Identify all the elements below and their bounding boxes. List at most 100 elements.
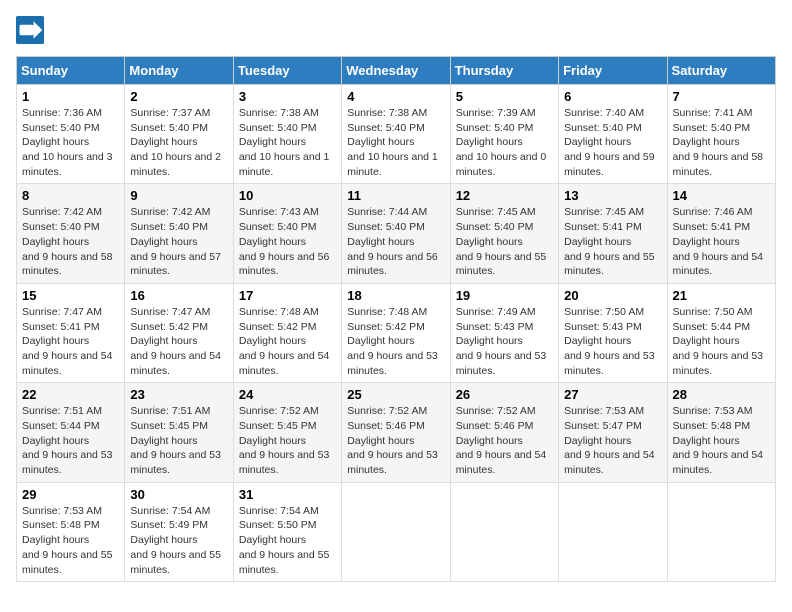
calendar-cell: 14 Sunrise: 7:46 AM Sunset: 5:41 PM Dayl… — [667, 184, 775, 283]
calendar-cell: 27 Sunrise: 7:53 AM Sunset: 5:47 PM Dayl… — [559, 383, 667, 482]
cell-info: Sunrise: 7:51 AM Sunset: 5:44 PM Dayligh… — [22, 404, 119, 477]
calendar-cell: 23 Sunrise: 7:51 AM Sunset: 5:45 PM Dayl… — [125, 383, 233, 482]
day-number: 25 — [347, 387, 444, 402]
cell-info: Sunrise: 7:53 AM Sunset: 5:48 PM Dayligh… — [22, 504, 119, 577]
cell-info: Sunrise: 7:54 AM Sunset: 5:50 PM Dayligh… — [239, 504, 336, 577]
day-number: 28 — [673, 387, 770, 402]
calendar-cell: 19 Sunrise: 7:49 AM Sunset: 5:43 PM Dayl… — [450, 283, 558, 382]
calendar-cell: 8 Sunrise: 7:42 AM Sunset: 5:40 PM Dayli… — [17, 184, 125, 283]
cell-info: Sunrise: 7:42 AM Sunset: 5:40 PM Dayligh… — [22, 205, 119, 278]
calendar-cell — [342, 482, 450, 581]
cell-info: Sunrise: 7:45 AM Sunset: 5:40 PM Dayligh… — [456, 205, 553, 278]
day-number: 9 — [130, 188, 227, 203]
calendar-cell: 12 Sunrise: 7:45 AM Sunset: 5:40 PM Dayl… — [450, 184, 558, 283]
calendar-cell: 7 Sunrise: 7:41 AM Sunset: 5:40 PM Dayli… — [667, 85, 775, 184]
calendar-cell: 18 Sunrise: 7:48 AM Sunset: 5:42 PM Dayl… — [342, 283, 450, 382]
day-number: 16 — [130, 288, 227, 303]
day-number: 30 — [130, 487, 227, 502]
day-number: 8 — [22, 188, 119, 203]
cell-info: Sunrise: 7:54 AM Sunset: 5:49 PM Dayligh… — [130, 504, 227, 577]
cell-info: Sunrise: 7:47 AM Sunset: 5:41 PM Dayligh… — [22, 305, 119, 378]
cell-info: Sunrise: 7:45 AM Sunset: 5:41 PM Dayligh… — [564, 205, 661, 278]
calendar-cell: 9 Sunrise: 7:42 AM Sunset: 5:40 PM Dayli… — [125, 184, 233, 283]
calendar-cell: 29 Sunrise: 7:53 AM Sunset: 5:48 PM Dayl… — [17, 482, 125, 581]
day-number: 1 — [22, 89, 119, 104]
cell-info: Sunrise: 7:39 AM Sunset: 5:40 PM Dayligh… — [456, 106, 553, 179]
cell-info: Sunrise: 7:36 AM Sunset: 5:40 PM Dayligh… — [22, 106, 119, 179]
calendar-cell: 4 Sunrise: 7:38 AM Sunset: 5:40 PM Dayli… — [342, 85, 450, 184]
weekday-tuesday: Tuesday — [233, 57, 341, 85]
calendar-table: SundayMondayTuesdayWednesdayThursdayFrid… — [16, 56, 776, 582]
cell-info: Sunrise: 7:53 AM Sunset: 5:47 PM Dayligh… — [564, 404, 661, 477]
weekday-wednesday: Wednesday — [342, 57, 450, 85]
day-number: 19 — [456, 288, 553, 303]
day-number: 4 — [347, 89, 444, 104]
day-number: 7 — [673, 89, 770, 104]
weekday-sunday: Sunday — [17, 57, 125, 85]
weekday-header-row: SundayMondayTuesdayWednesdayThursdayFrid… — [17, 57, 776, 85]
cell-info: Sunrise: 7:40 AM Sunset: 5:40 PM Dayligh… — [564, 106, 661, 179]
cell-info: Sunrise: 7:49 AM Sunset: 5:43 PM Dayligh… — [456, 305, 553, 378]
calendar-cell: 10 Sunrise: 7:43 AM Sunset: 5:40 PM Dayl… — [233, 184, 341, 283]
cell-info: Sunrise: 7:50 AM Sunset: 5:43 PM Dayligh… — [564, 305, 661, 378]
day-number: 22 — [22, 387, 119, 402]
cell-info: Sunrise: 7:38 AM Sunset: 5:40 PM Dayligh… — [239, 106, 336, 179]
day-number: 29 — [22, 487, 119, 502]
calendar-cell: 21 Sunrise: 7:50 AM Sunset: 5:44 PM Dayl… — [667, 283, 775, 382]
day-number: 20 — [564, 288, 661, 303]
cell-info: Sunrise: 7:52 AM Sunset: 5:45 PM Dayligh… — [239, 404, 336, 477]
calendar-cell: 31 Sunrise: 7:54 AM Sunset: 5:50 PM Dayl… — [233, 482, 341, 581]
calendar-cell — [450, 482, 558, 581]
calendar-cell: 2 Sunrise: 7:37 AM Sunset: 5:40 PM Dayli… — [125, 85, 233, 184]
calendar-cell: 6 Sunrise: 7:40 AM Sunset: 5:40 PM Dayli… — [559, 85, 667, 184]
logo — [16, 16, 48, 44]
calendar-cell: 5 Sunrise: 7:39 AM Sunset: 5:40 PM Dayli… — [450, 85, 558, 184]
day-number: 21 — [673, 288, 770, 303]
calendar-cell: 11 Sunrise: 7:44 AM Sunset: 5:40 PM Dayl… — [342, 184, 450, 283]
cell-info: Sunrise: 7:47 AM Sunset: 5:42 PM Dayligh… — [130, 305, 227, 378]
calendar-cell: 28 Sunrise: 7:53 AM Sunset: 5:48 PM Dayl… — [667, 383, 775, 482]
cell-info: Sunrise: 7:52 AM Sunset: 5:46 PM Dayligh… — [347, 404, 444, 477]
logo-icon — [16, 16, 44, 44]
day-number: 14 — [673, 188, 770, 203]
day-number: 3 — [239, 89, 336, 104]
page-header — [16, 16, 776, 44]
cell-info: Sunrise: 7:42 AM Sunset: 5:40 PM Dayligh… — [130, 205, 227, 278]
cell-info: Sunrise: 7:37 AM Sunset: 5:40 PM Dayligh… — [130, 106, 227, 179]
calendar-cell — [667, 482, 775, 581]
day-number: 6 — [564, 89, 661, 104]
day-number: 17 — [239, 288, 336, 303]
cell-info: Sunrise: 7:48 AM Sunset: 5:42 PM Dayligh… — [347, 305, 444, 378]
cell-info: Sunrise: 7:52 AM Sunset: 5:46 PM Dayligh… — [456, 404, 553, 477]
day-number: 31 — [239, 487, 336, 502]
cell-info: Sunrise: 7:50 AM Sunset: 5:44 PM Dayligh… — [673, 305, 770, 378]
calendar-cell: 1 Sunrise: 7:36 AM Sunset: 5:40 PM Dayli… — [17, 85, 125, 184]
calendar-cell: 20 Sunrise: 7:50 AM Sunset: 5:43 PM Dayl… — [559, 283, 667, 382]
cell-info: Sunrise: 7:41 AM Sunset: 5:40 PM Dayligh… — [673, 106, 770, 179]
day-number: 27 — [564, 387, 661, 402]
cell-info: Sunrise: 7:51 AM Sunset: 5:45 PM Dayligh… — [130, 404, 227, 477]
day-number: 24 — [239, 387, 336, 402]
cell-info: Sunrise: 7:43 AM Sunset: 5:40 PM Dayligh… — [239, 205, 336, 278]
calendar-week-2: 8 Sunrise: 7:42 AM Sunset: 5:40 PM Dayli… — [17, 184, 776, 283]
day-number: 12 — [456, 188, 553, 203]
weekday-monday: Monday — [125, 57, 233, 85]
calendar-cell: 16 Sunrise: 7:47 AM Sunset: 5:42 PM Dayl… — [125, 283, 233, 382]
day-number: 23 — [130, 387, 227, 402]
day-number: 13 — [564, 188, 661, 203]
day-number: 5 — [456, 89, 553, 104]
calendar-cell — [559, 482, 667, 581]
calendar-cell: 17 Sunrise: 7:48 AM Sunset: 5:42 PM Dayl… — [233, 283, 341, 382]
cell-info: Sunrise: 7:46 AM Sunset: 5:41 PM Dayligh… — [673, 205, 770, 278]
day-number: 15 — [22, 288, 119, 303]
day-number: 26 — [456, 387, 553, 402]
calendar-week-3: 15 Sunrise: 7:47 AM Sunset: 5:41 PM Dayl… — [17, 283, 776, 382]
calendar-cell: 30 Sunrise: 7:54 AM Sunset: 5:49 PM Dayl… — [125, 482, 233, 581]
cell-info: Sunrise: 7:53 AM Sunset: 5:48 PM Dayligh… — [673, 404, 770, 477]
cell-info: Sunrise: 7:48 AM Sunset: 5:42 PM Dayligh… — [239, 305, 336, 378]
calendar-cell: 24 Sunrise: 7:52 AM Sunset: 5:45 PM Dayl… — [233, 383, 341, 482]
cell-info: Sunrise: 7:38 AM Sunset: 5:40 PM Dayligh… — [347, 106, 444, 179]
calendar-week-4: 22 Sunrise: 7:51 AM Sunset: 5:44 PM Dayl… — [17, 383, 776, 482]
calendar-cell: 26 Sunrise: 7:52 AM Sunset: 5:46 PM Dayl… — [450, 383, 558, 482]
cell-info: Sunrise: 7:44 AM Sunset: 5:40 PM Dayligh… — [347, 205, 444, 278]
